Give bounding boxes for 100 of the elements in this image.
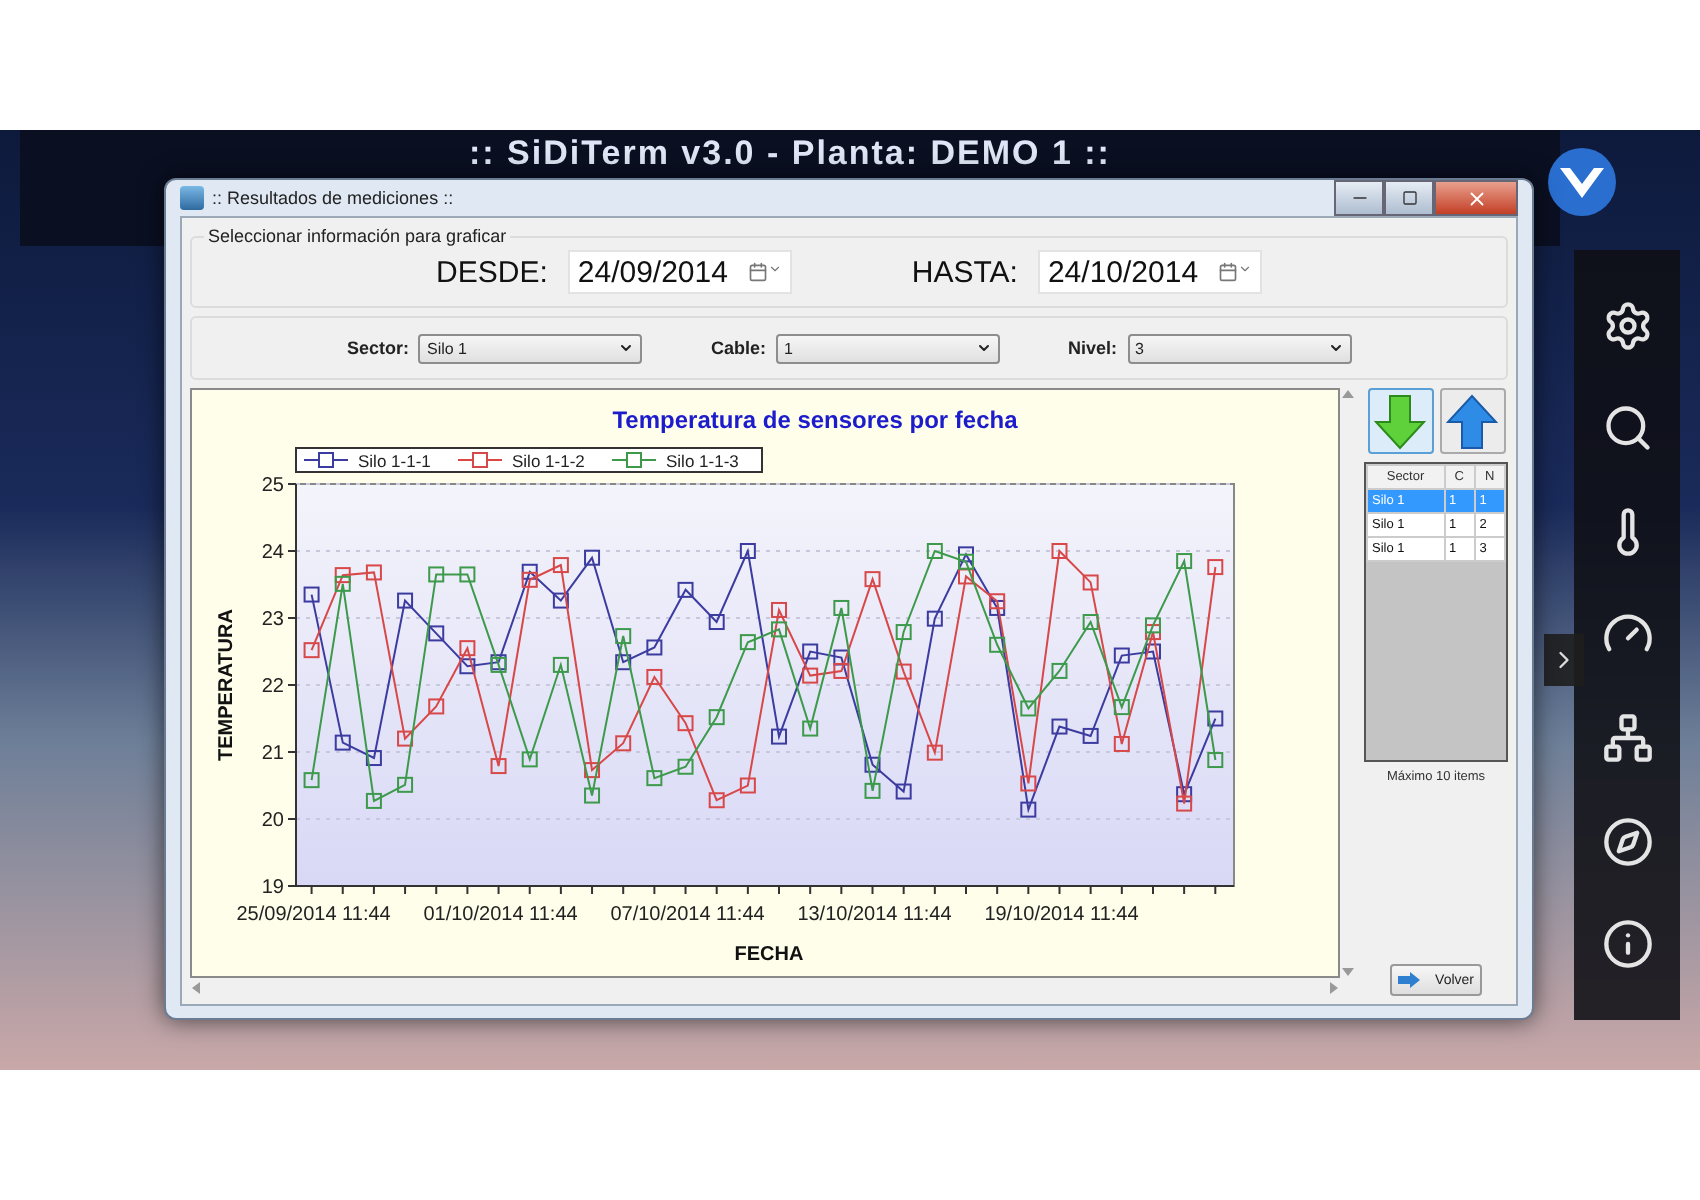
data-point <box>584 787 601 804</box>
y-tick-label: 25 <box>261 475 284 497</box>
data-point <box>459 566 476 583</box>
data-point <box>1176 553 1193 570</box>
data-point <box>428 698 445 715</box>
dropdown[interactable]: 1 <box>776 333 1000 363</box>
data-point <box>926 543 943 559</box>
data-point <box>1113 647 1130 664</box>
data-point <box>802 667 819 684</box>
data-point <box>1082 574 1099 591</box>
data-point <box>833 649 850 666</box>
x-tick-label: 07/10/2014 11:44 <box>610 904 765 926</box>
data-point <box>677 581 694 598</box>
data-point <box>864 571 881 588</box>
data-point <box>833 662 850 679</box>
date-picker[interactable]: 24/09/2014 <box>567 250 792 294</box>
data-point <box>521 571 538 588</box>
x-tick-label: 01/10/2014 11:44 <box>423 904 578 926</box>
data-point <box>1082 614 1099 630</box>
dropdown[interactable]: 3 <box>1127 333 1352 363</box>
data-point <box>895 624 912 641</box>
data-point <box>428 625 445 642</box>
data-point <box>708 792 725 809</box>
network-icon[interactable] <box>1601 712 1653 765</box>
y-tick-label: 23 <box>261 609 284 631</box>
data-point <box>895 783 912 800</box>
data-point <box>646 668 663 685</box>
window-title: :: Resultados de mediciones :: <box>212 188 456 208</box>
data-point <box>677 715 694 732</box>
data-point <box>989 593 1006 610</box>
data-point <box>677 758 694 775</box>
add-button[interactable] <box>1367 388 1433 454</box>
data-point <box>459 640 476 657</box>
data-point <box>490 758 507 775</box>
remove-button[interactable] <box>1439 388 1505 454</box>
legend-label: Silo 1-1-3 <box>666 451 740 471</box>
data-point <box>615 735 632 752</box>
right-arrow-icon <box>1398 972 1420 988</box>
x-axis-title: FECHA <box>734 944 804 966</box>
y-axis-title: TEMPERATURA <box>216 609 238 761</box>
y-tick-label: 21 <box>261 743 284 765</box>
dropdown-caret-icon <box>1327 340 1344 356</box>
from-label: DESDE: <box>436 255 548 289</box>
legend-label: Silo 1-1-2 <box>512 451 586 471</box>
close-icon <box>1465 187 1487 209</box>
compass-icon[interactable] <box>1601 815 1653 868</box>
search-icon[interactable] <box>1601 402 1653 455</box>
data-point <box>365 564 382 581</box>
maximize-icon <box>1401 190 1417 206</box>
data-point <box>1176 795 1193 812</box>
data-point <box>771 621 787 638</box>
data-point <box>989 599 1006 616</box>
data-point <box>771 601 787 618</box>
data-point <box>864 756 881 773</box>
maximize-button[interactable] <box>1384 180 1434 216</box>
app-icon <box>180 186 204 210</box>
dropdown[interactable]: Silo 1 <box>418 333 643 363</box>
app-title: :: SiDiTerm v3.0 - Planta: DEMO 1 :: <box>469 134 1111 174</box>
data-point <box>739 634 756 651</box>
y-tick-label: 19 <box>261 877 284 899</box>
data-point <box>1020 801 1037 818</box>
data-point <box>334 734 351 751</box>
y-tick-label: 20 <box>261 810 284 832</box>
dropdown-caret-icon <box>976 340 992 356</box>
expand-tab[interactable] <box>1544 634 1584 686</box>
data-point <box>926 744 943 761</box>
to-label: HASTA: <box>911 255 1018 289</box>
data-point <box>708 709 725 726</box>
settings-icon[interactable] <box>1601 299 1653 352</box>
data-point <box>334 567 351 584</box>
calendar-icon <box>747 262 782 282</box>
logo-icon <box>1546 146 1618 218</box>
data-point <box>1113 735 1130 752</box>
data-point <box>615 654 632 671</box>
data-point <box>584 549 601 566</box>
data-point <box>1051 718 1068 735</box>
data-point <box>459 658 476 675</box>
y-tick-label: 22 <box>261 676 284 698</box>
data-point <box>1176 786 1193 803</box>
data-point <box>739 777 756 794</box>
data-point <box>989 636 1006 653</box>
data-point <box>1051 543 1068 559</box>
data-point <box>303 586 320 603</box>
minimize-button[interactable] <box>1334 180 1384 216</box>
group-title: Seleccionar información para graficar <box>206 226 509 246</box>
info-icon[interactable] <box>1601 918 1653 971</box>
data-point <box>552 656 569 673</box>
data-point <box>521 751 538 768</box>
data-point <box>1020 700 1037 717</box>
up-arrow-icon <box>1446 393 1498 449</box>
y-tick-label: 24 <box>261 542 284 564</box>
data-point <box>397 730 414 747</box>
filter-label: Cable: <box>710 338 766 358</box>
data-point <box>771 728 787 745</box>
date-picker[interactable]: 24/10/2014 <box>1037 250 1262 294</box>
data-point <box>864 782 881 799</box>
data-point <box>428 566 445 583</box>
data-point <box>833 599 850 616</box>
x-tick-label: 13/10/2014 11:44 <box>797 904 952 926</box>
close-button[interactable] <box>1434 180 1518 216</box>
